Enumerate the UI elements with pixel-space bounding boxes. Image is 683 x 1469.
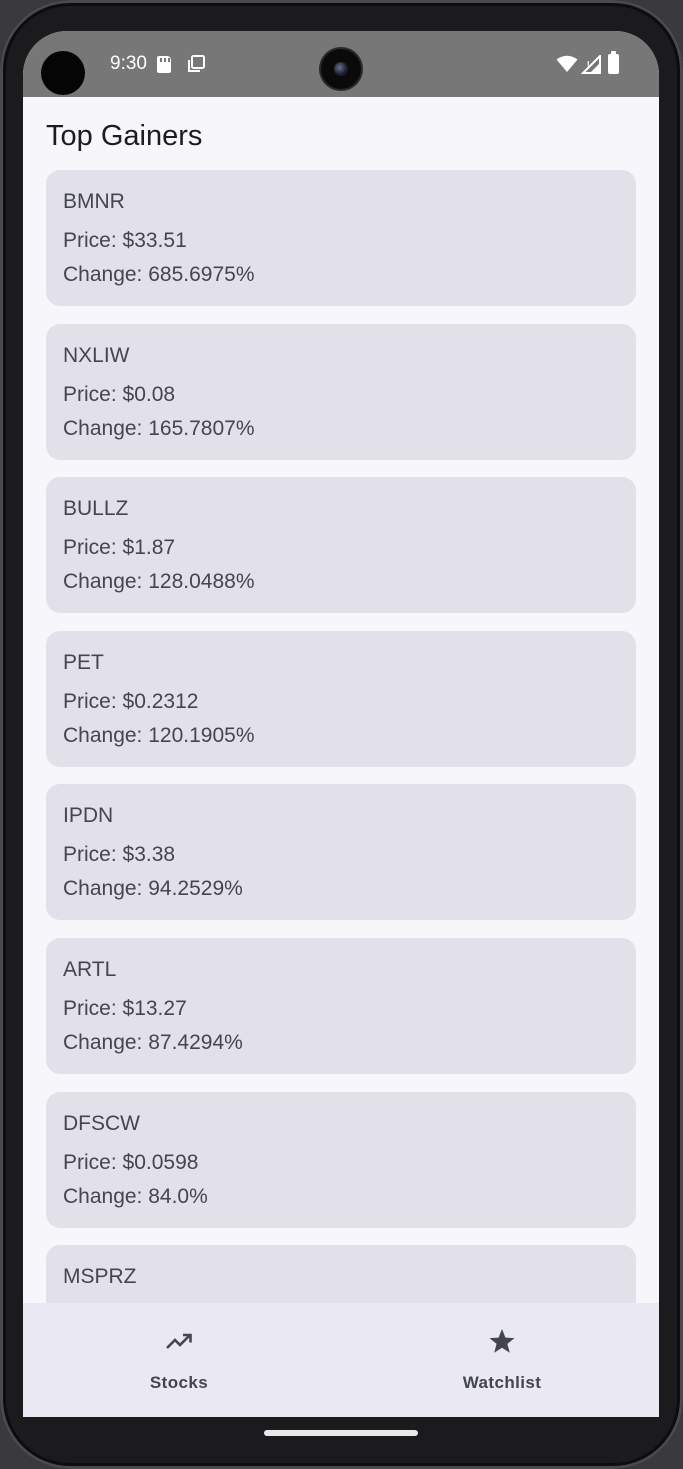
stock-price: Price: $13.27 <box>63 996 187 1020</box>
stock-price: Price: $1.87 <box>63 536 176 560</box>
bottom-navigation: Stocks Watchlist <box>23 1303 659 1417</box>
svg-text:!: ! <box>586 59 590 72</box>
page-title: Top Gainers <box>46 120 203 152</box>
nav-item-watchlist[interactable]: Watchlist <box>402 1303 602 1417</box>
stock-change: Change: 87.4294% <box>63 1030 243 1054</box>
stock-change: Change: 685.6975% <box>63 263 255 286</box>
trending-up-icon <box>166 1333 192 1349</box>
nav-label-stocks: Stocks <box>149 1373 209 1392</box>
stock-card[interactable]: MSPRZ <box>46 1245 636 1303</box>
stock-price: Price: $0.08 <box>63 382 176 406</box>
stock-symbol: NXLIW <box>63 343 130 367</box>
stock-price: Price: $33.51 <box>63 229 187 252</box>
screenshot-icon <box>188 55 205 72</box>
status-bar: 9:30 ! <box>23 31 659 97</box>
stock-card[interactable]: BULLZ Price: $1.87 Change: 128.0488% <box>46 477 636 614</box>
punch-hole <box>41 51 85 95</box>
stock-price: Price: $0.0598 <box>63 1150 199 1174</box>
stock-price: Price: $3.38 <box>63 843 176 867</box>
sd-card-icon <box>157 56 171 73</box>
stock-card[interactable]: NXLIW Price: $0.08 Change: 165.7807% <box>46 323 636 460</box>
stock-symbol: PET <box>63 650 104 674</box>
signal-icon: ! <box>581 55 601 74</box>
stock-card[interactable]: DFSCW Price: $0.0598 Change: 84.0% <box>46 1091 636 1228</box>
stock-card[interactable]: IPDN Price: $3.38 Change: 94.2529% <box>46 784 636 921</box>
stock-price: Price: $0.2312 <box>63 689 199 713</box>
stock-card[interactable]: BMNR Price: $33.51 Change: 685.6975% <box>46 170 636 306</box>
main-content: Top Gainers BMNR Price: $33.51 Change: 6… <box>23 97 659 1303</box>
stock-symbol: IPDN <box>63 804 114 828</box>
stock-list: BMNR Price: $33.51 Change: 685.6975% NXL… <box>46 170 636 1303</box>
battery-icon <box>608 51 619 74</box>
stock-symbol: ARTL <box>63 957 117 981</box>
stock-change: Change: 120.1905% <box>63 723 255 747</box>
stock-symbol: BMNR <box>63 190 125 213</box>
stock-change: Change: 84.0% <box>63 1184 208 1208</box>
stock-symbol: BULLZ <box>63 497 129 521</box>
stock-card[interactable]: ARTL Price: $13.27 Change: 87.4294% <box>46 937 636 1074</box>
screen: 9:30 ! Top Gainers BMNR Price: $33.51 Ch… <box>23 31 659 1417</box>
phone-frame: 9:30 ! Top Gainers BMNR Price: $33.51 Ch… <box>0 0 683 1469</box>
star-icon <box>489 1329 515 1353</box>
stock-symbol: MSPRZ <box>63 1265 137 1289</box>
stock-symbol: DFSCW <box>63 1111 140 1135</box>
gesture-handle[interactable] <box>264 1430 418 1436</box>
stock-change: Change: 94.2529% <box>63 877 243 901</box>
status-time: 9:30 <box>110 53 147 74</box>
stock-change: Change: 128.0488% <box>63 570 255 594</box>
nav-item-stocks[interactable]: Stocks <box>79 1303 279 1417</box>
nav-label-watchlist: Watchlist <box>462 1373 542 1392</box>
stock-change: Change: 165.7807% <box>63 416 255 440</box>
stock-card[interactable]: PET Price: $0.2312 Change: 120.1905% <box>46 630 636 767</box>
wifi-icon <box>556 55 578 72</box>
front-camera <box>321 49 361 89</box>
